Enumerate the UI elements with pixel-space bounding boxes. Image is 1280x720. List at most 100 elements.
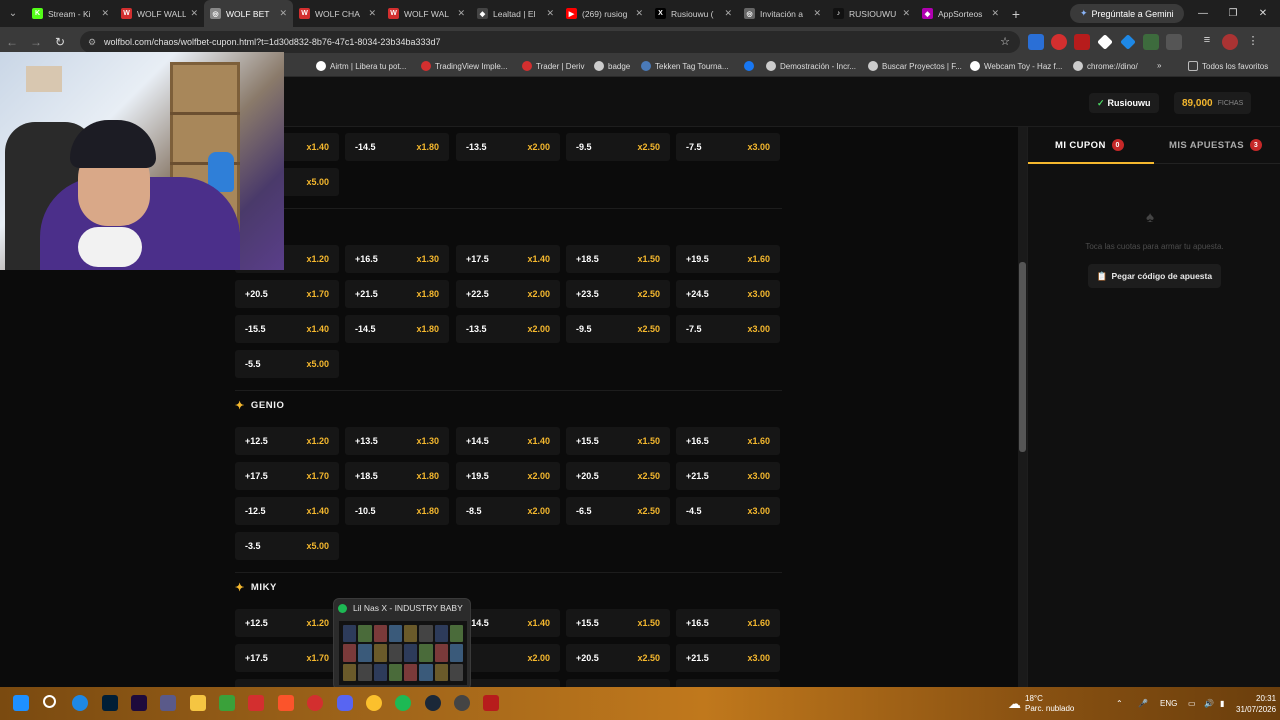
site-info-icon[interactable]: ⚙ [88,37,96,48]
bookmark-item[interactable] [744,61,758,71]
odds-button[interactable]: +12.5 x1.20 [235,427,339,455]
odds-button[interactable]: -13.5 x2.00 [456,133,560,161]
odds-button[interactable]: +24.5 x3.00 [676,280,780,308]
odds-button[interactable]: +16.5 x1.60 [676,427,780,455]
menu-kebab-icon[interactable]: ⋮ [1245,34,1261,50]
tab-close-icon[interactable]: ✕ [724,8,732,19]
tab-close-icon[interactable]: ✕ [279,8,287,19]
brave-icon[interactable] [278,695,294,711]
odds-button[interactable]: +16.5 x1.30 [345,245,449,273]
odds-button[interactable]: -14.5 x1.80 [345,133,449,161]
bookmark-item[interactable]: Demostración - Incr... [766,61,856,71]
odds-button[interactable]: -3.5 x5.00 [235,532,339,560]
tab-close-icon[interactable]: ✕ [457,8,465,19]
odds-button[interactable]: +16.5 x1.60 [676,609,780,637]
puzzle-icon[interactable] [1166,34,1182,50]
odds-button[interactable]: -6.5 x2.50 [566,497,670,525]
tab-close-icon[interactable]: ✕ [101,8,109,19]
file-explorer-icon[interactable] [190,695,206,711]
odds-button[interactable]: x2.00 [456,679,560,687]
odds-button[interactable]: +14.5 x1.40 [456,609,560,637]
discord-icon[interactable] [337,695,353,711]
tab-close-icon[interactable]: ✕ [813,8,821,19]
bookmarks-more[interactable]: » [1157,61,1161,70]
browser-tab[interactable]: W WOLF WAL ✕ [382,0,471,27]
tab-mi-cupon[interactable]: MI CUPON 0 [1055,139,1124,151]
tab-close-icon[interactable]: ✕ [368,8,376,19]
search-icon[interactable] [43,695,56,708]
odds-button[interactable]: +19.5 x1.60 [676,245,780,273]
odds-button[interactable]: -5.5 x5.00 [235,350,339,378]
odds-button[interactable]: +21.5 x1.80 [345,280,449,308]
odds-button[interactable]: -13.5 x2.00 [456,315,560,343]
odds-button[interactable]: -7.5 x3.00 [676,315,780,343]
tab-search-icon[interactable]: ⌄ [0,0,26,27]
tab-close-icon[interactable]: ✕ [546,8,554,19]
odds-button[interactable]: +21.5 x3.00 [676,644,780,672]
extension-icon-6[interactable] [1143,34,1159,50]
spotify-preview-popup[interactable]: Lil Nas X - INDUSTRY BABY [333,598,471,690]
language-indicator[interactable]: ENG [1160,687,1177,720]
tray-chevron-icon[interactable]: ⌃ [1116,687,1123,720]
tab-close-icon[interactable]: ✕ [902,8,910,19]
url-field[interactable]: ⚙ wolfbol.com/chaos/wolfbet-cupon.html?t… [80,31,1020,53]
odds-button[interactable]: +20.5 x2.50 [566,644,670,672]
odds-button[interactable]: +20.5 x1.70 [235,280,339,308]
network-icon[interactable]: ▭ [1188,687,1196,720]
bookmark-item[interactable]: Airtm | Libera tu pot... [316,61,406,71]
gemini-button[interactable]: ✦ Pregúntale a Gemini [1070,4,1184,23]
reload-icon[interactable]: ↻ [48,35,72,49]
browser-tab[interactable]: ♪ RUSIOUWU ✕ [827,0,916,27]
browser-tab[interactable]: ◎ Invitación a ✕ [738,0,827,27]
page-scrollbar[interactable] [1018,127,1027,687]
browser-tab[interactable]: ◎ WOLF BET ✕ [204,0,293,27]
tab-close-icon[interactable]: ✕ [991,8,999,19]
voicemod-icon[interactable] [483,695,499,711]
odds-button[interactable]: -8.5 x2.00 [456,497,560,525]
all-favorites[interactable]: Todos los favoritos [1188,61,1268,71]
profile-avatar-icon[interactable] [1222,34,1238,50]
close-window-icon[interactable]: ✕ [1248,0,1278,27]
odds-button[interactable]: +22.5 x2.00 [456,280,560,308]
forward-icon[interactable]: → [24,35,48,49]
windows-start-icon[interactable] [13,695,29,711]
browser-tab[interactable]: W WOLF CHA ✕ [293,0,382,27]
bookmark-item[interactable]: Webcam Toy - Haz f... [970,61,1062,71]
photoshop-icon[interactable] [102,695,118,711]
obs-icon[interactable] [454,695,470,711]
odds-button[interactable]: +19.5 x2.00 [456,462,560,490]
tab-close-icon[interactable]: ✕ [635,8,643,19]
odds-button[interactable]: +15.5 x1.50 [566,609,670,637]
reading-list-icon[interactable]: ≡ [1199,34,1215,50]
opera-icon[interactable] [307,695,323,711]
store-icon[interactable] [160,695,176,711]
steam-icon[interactable] [425,695,441,711]
odds-button[interactable]: -14.5 x1.80 [345,315,449,343]
spotify-taskbar-icon[interactable] [395,695,411,711]
bookmark-item[interactable]: Trader | Deriv [522,61,584,71]
odds-button[interactable]: +13.5 x1.30 [345,427,449,455]
scrollbar-thumb[interactable] [1019,262,1026,452]
chrome-icon[interactable] [366,695,382,711]
odds-button[interactable]: +20.5 x2.50 [566,462,670,490]
bookmark-star-icon[interactable]: ☆ [1000,35,1010,48]
microphone-icon[interactable]: 🎤 [1138,687,1148,720]
bookmark-item[interactable]: Buscar Proyectos | F... [868,61,962,71]
odds-button[interactable]: -12.5 x1.40 [235,497,339,525]
odds-button[interactable]: +17.5 x1.70 [235,644,339,672]
bookmark-item[interactable]: chrome://dino/ [1073,61,1138,71]
odds-button[interactable]: -7.5 x3.00 [676,133,780,161]
odds-button[interactable]: -15.5 x1.40 [235,315,339,343]
odds-button[interactable]: +18.5 x1.50 [566,245,670,273]
browser-tab[interactable]: ◆ AppSorteos ✕ [916,0,1005,27]
browser-tab[interactable]: ▶ (269) rusiog ✕ [560,0,649,27]
odds-button[interactable]: +23.5 x2.50 [566,280,670,308]
extension-icon-3[interactable] [1074,34,1090,50]
extension-icon-1[interactable] [1028,34,1044,50]
minimize-icon[interactable]: — [1188,0,1218,27]
bookmark-item[interactable]: Tekken Tag Tourna... [641,61,729,71]
volume-icon[interactable]: 🔊 [1204,687,1214,720]
extension-icon-2[interactable] [1051,34,1067,50]
system-clock[interactable]: 20:31 31/07/2026 [1236,693,1276,715]
weather-widget[interactable]: ☁ 18°C Parc. nublado [1008,687,1074,720]
